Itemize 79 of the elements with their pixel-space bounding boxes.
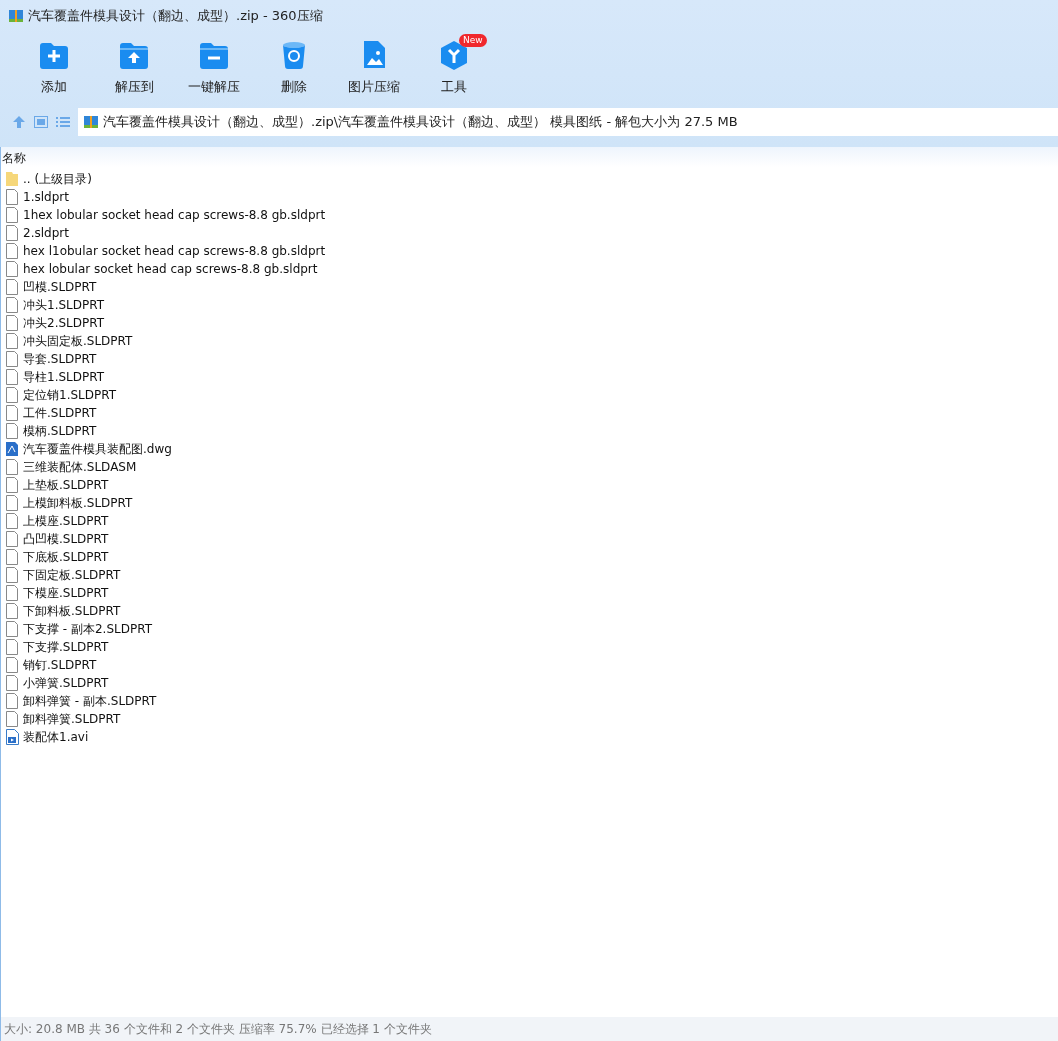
file-item[interactable]: 下底板.SLDPRT [23, 548, 109, 566]
file-icon [6, 477, 18, 493]
thumbnail-view-icon[interactable] [34, 116, 48, 128]
file-icon [6, 459, 18, 475]
file-item[interactable]: 1.sldprt [23, 190, 69, 204]
file-item[interactable]: 上垫板.SLDPRT [23, 476, 109, 494]
file-icon [6, 693, 18, 709]
file-item[interactable]: 冲头1.SLDPRT [23, 296, 105, 314]
file-icon [6, 351, 18, 367]
file-item[interactable]: 卸料弹簧 - 副本.SLDPRT [23, 692, 157, 710]
file-item[interactable]: 汽车覆盖件模具装配图.dwg [23, 440, 172, 458]
file-icon [6, 279, 18, 295]
file-icon [6, 531, 18, 547]
file-item[interactable]: 三维装配体.SLDASM [23, 458, 137, 476]
file-icon [6, 657, 18, 673]
column-header[interactable]: 名称 [2, 147, 26, 169]
file-icon [6, 513, 18, 529]
file-icon [6, 225, 18, 241]
parent-folder-item[interactable]: .. (上级目录) [23, 170, 92, 188]
file-item[interactable]: 下支撑.SLDPRT [23, 638, 109, 656]
file-item[interactable]: hex lobular socket head cap screws-8.8 gb.sldprt [23, 262, 318, 276]
file-icon [6, 675, 18, 691]
file-icon [6, 333, 18, 349]
file-item[interactable]: 模柄.SLDPRT [23, 422, 97, 440]
list-view-icon[interactable] [56, 116, 70, 128]
file-item[interactable]: hex l1obular socket head cap screws-8.8 gb.sldprt [23, 244, 326, 258]
file-item[interactable]: 下固定板.SLDPRT [23, 566, 121, 584]
file-item[interactable]: 小弹簧.SLDPRT [23, 674, 109, 692]
file-item[interactable]: 冲头2.SLDPRT [23, 314, 105, 332]
file-item[interactable]: 导套.SLDPRT [23, 350, 97, 368]
toolbar-button[interactable]: 解压到 [94, 38, 174, 100]
file-icon [6, 297, 18, 313]
new-badge: New [459, 34, 487, 47]
window-title: 汽车覆盖件模具设计（翻边、成型）.zip - 360压缩 [28, 7, 323, 25]
file-icon [6, 261, 18, 277]
file-icon [6, 243, 18, 259]
toolbar-button[interactable]: 删除 [254, 38, 334, 100]
file-icon [6, 495, 18, 511]
file-item[interactable]: 下卸料板.SLDPRT [23, 602, 121, 620]
file-item[interactable]: 工件.SLDPRT [23, 404, 97, 422]
file-icon [6, 423, 18, 439]
file-item[interactable]: 上模座.SLDPRT [23, 512, 109, 530]
toolbar-button[interactable]: 图片压缩 [334, 38, 414, 100]
file-icon [6, 639, 18, 655]
file-item[interactable]: 凹模.SLDPRT [23, 278, 97, 296]
file-icon [6, 405, 18, 421]
toolbar-button[interactable]: 一键解压 [174, 38, 254, 100]
toolbar-button[interactable]: 添加 [14, 38, 94, 100]
file-icon [6, 711, 18, 727]
file-icon [6, 369, 18, 385]
file-icon [6, 189, 18, 205]
file-item[interactable]: 销钉.SLDPRT [23, 656, 97, 674]
file-item[interactable]: 导柱1.SLDPRT [23, 368, 105, 386]
file-icon [6, 207, 18, 223]
file-icon [6, 621, 18, 637]
archive-icon [83, 114, 99, 130]
file-item[interactable]: 卸料弹簧.SLDPRT [23, 710, 121, 728]
file-icon [6, 549, 18, 565]
file-item[interactable]: 上模卸料板.SLDPRT [23, 494, 133, 512]
video-file-icon [5, 729, 19, 745]
file-icon [6, 315, 18, 331]
file-item[interactable]: 装配体1.avi [23, 728, 89, 746]
up-arrow-icon[interactable] [12, 115, 26, 129]
file-item[interactable]: 下模座.SLDPRT [23, 584, 109, 602]
file-icon [6, 585, 18, 601]
drawing-file-icon [5, 441, 19, 457]
file-item[interactable]: 凸凹模.SLDPRT [23, 530, 109, 548]
file-item[interactable]: 2.sldprt [23, 226, 69, 240]
file-icon [6, 603, 18, 619]
archive-icon [8, 8, 24, 24]
file-icon [6, 387, 18, 403]
address-field[interactable]: 汽车覆盖件模具设计（翻边、成型）.zip\汽车覆盖件模具设计（翻边、成型） 模具图纸 - 解包大小为 27.5 MB [78, 108, 1058, 136]
file-icon [6, 567, 18, 583]
file-item[interactable]: 定位销1.SLDPRT [23, 386, 117, 404]
folder-icon [5, 171, 19, 187]
status-text: 大小: 20.8 MB 共 36 个文件和 2 个文件夹 压缩率 75.7% 已经选择 1 个文件夹 [3, 1022, 432, 1036]
file-item[interactable]: 下支撑 - 副本2.SLDPRT [23, 620, 152, 638]
file-item[interactable]: 冲头固定板.SLDPRT [23, 332, 133, 350]
file-item[interactable]: 1hex lobular socket head cap screws-8.8 gb.sldprt [23, 208, 326, 222]
